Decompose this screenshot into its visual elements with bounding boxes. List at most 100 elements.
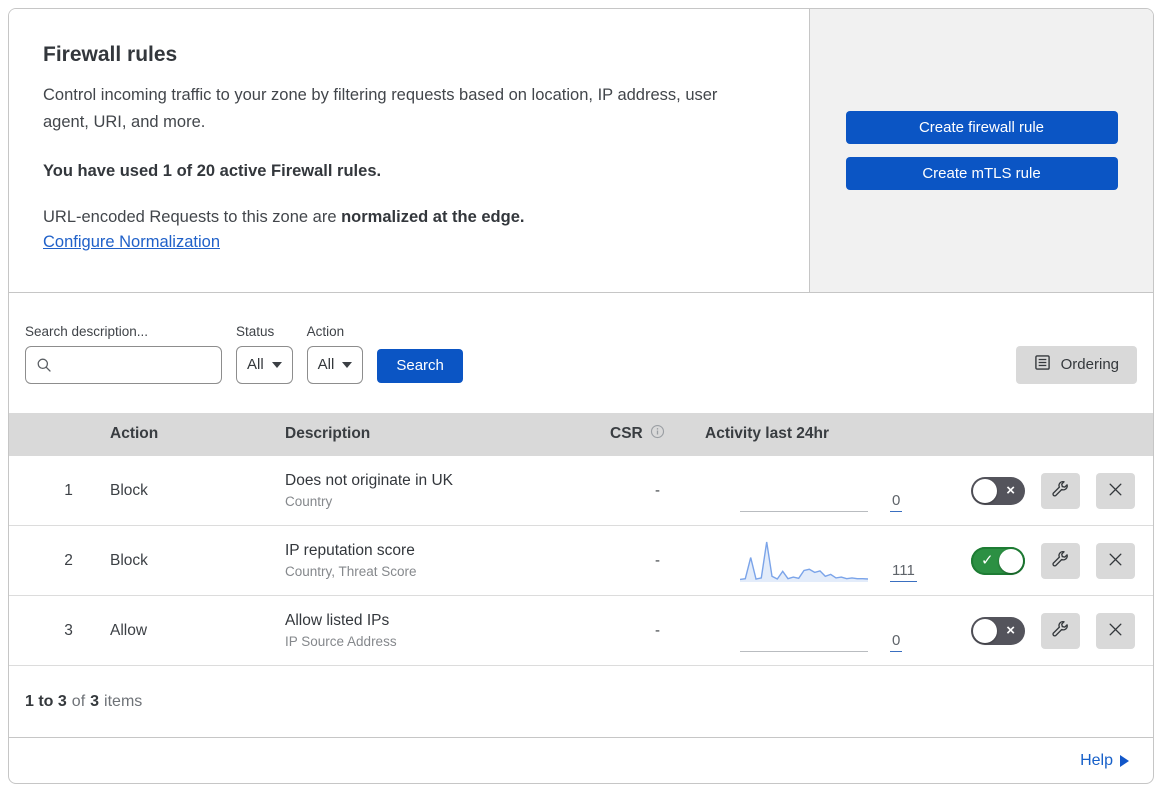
activity-count-link[interactable]: 111: [890, 562, 917, 583]
arrow-right-icon: [1120, 754, 1129, 767]
action-group: Action All: [306, 324, 364, 384]
delete-rule-button[interactable]: [1096, 542, 1135, 579]
close-icon: [1107, 481, 1124, 501]
info-icon[interactable]: [650, 424, 665, 444]
table-row: 1 Block Does not originate in UK Country…: [9, 456, 1153, 527]
search-group: Search description...: [25, 324, 222, 384]
rule-csr-value: -: [655, 552, 660, 570]
status-select[interactable]: All: [236, 345, 293, 384]
delete-rule-button[interactable]: [1096, 612, 1135, 649]
ordering-button[interactable]: Ordering: [1015, 345, 1137, 384]
status-group: Status All: [236, 324, 293, 384]
rule-description: IP reputation score: [285, 542, 415, 560]
activity-sparkline: [740, 540, 868, 583]
rule-description: Does not originate in UK: [285, 472, 454, 490]
pagination-summary: 1 to 3 of 3 items: [9, 666, 1153, 739]
table-row: 2 Block IP reputation score Country, Thr…: [9, 526, 1153, 597]
filter-bar: Search description... Status All Action: [9, 292, 1153, 413]
search-field-wrap: [25, 345, 222, 384]
description-column-header: Description: [285, 425, 371, 443]
edit-rule-button[interactable]: [1041, 542, 1080, 579]
rule-activity-cell: 0: [705, 456, 971, 525]
search-button[interactable]: Search: [377, 348, 463, 383]
table-row: 3 Allow Allow listed IPs IP Source Addre…: [9, 596, 1153, 667]
chevron-down-icon: [342, 361, 353, 368]
table-header: Action Description CSR Activity last 24h…: [9, 412, 1153, 457]
rule-description-cell: Does not originate in UK Country: [285, 472, 610, 509]
search-input[interactable]: [25, 345, 222, 384]
rule-fields: Country, Threat Score: [285, 564, 417, 580]
usage-summary: You have used 1 of 20 active Firewall ru…: [43, 162, 382, 181]
wrench-icon: [1051, 480, 1070, 502]
activity-count-link[interactable]: 0: [890, 632, 903, 653]
help-link[interactable]: Help: [1080, 752, 1113, 770]
toggle-state-icon: ×: [1006, 482, 1015, 500]
activity-sparkline: [740, 511, 868, 513]
status-label: Status: [236, 323, 275, 339]
rule-activity-cell: 111: [705, 526, 971, 595]
activity-sparkline: [740, 651, 868, 653]
wrench-icon: [1051, 550, 1070, 572]
close-icon: [1107, 621, 1124, 641]
rule-priority: 3: [64, 621, 73, 639]
toggle-state-icon: ×: [1006, 621, 1015, 639]
ordering-button-label: Ordering: [1060, 356, 1119, 373]
toggle-state-icon: ✓: [981, 551, 994, 569]
rule-enabled-toggle[interactable]: ×: [971, 616, 1025, 645]
rule-action: Allow: [110, 621, 148, 639]
items-range: 1 to 3: [25, 692, 67, 710]
search-label: Search description...: [25, 323, 149, 339]
firewall-rules-card: Firewall rules Control incoming traffic …: [8, 8, 1154, 784]
rule-action: Block: [110, 551, 148, 569]
top-banner: Firewall rules Control incoming traffic …: [9, 9, 1153, 293]
rule-controls: ✓: [971, 542, 1153, 579]
action-select-value: All: [317, 356, 335, 373]
delete-rule-button[interactable]: [1096, 472, 1135, 509]
toggle-knob: [973, 478, 997, 503]
rule-fields: IP Source Address: [285, 634, 397, 650]
action-column-header: Action: [110, 425, 159, 443]
list-icon: [1034, 354, 1051, 375]
rule-controls: ×: [971, 612, 1153, 649]
normalization-note-bold: normalized at the edge.: [341, 208, 525, 227]
page-title: Firewall rules: [43, 43, 178, 66]
help-row: Help: [9, 738, 1153, 783]
rule-enabled-toggle[interactable]: ×: [971, 476, 1025, 505]
rule-description-cell: IP reputation score Country, Threat Scor…: [285, 542, 610, 579]
edit-rule-button[interactable]: [1041, 612, 1080, 649]
toggle-knob: [999, 548, 1023, 573]
page-description: Control incoming traffic to your zone by…: [43, 86, 718, 131]
of-word: of: [71, 692, 86, 710]
intro-panel: Firewall rules Control incoming traffic …: [9, 9, 810, 292]
rule-csr-value: -: [655, 482, 660, 500]
rule-description: Allow listed IPs: [285, 612, 390, 630]
normalization-note: URL-encoded Requests to this zone are no…: [43, 208, 749, 227]
status-select-value: All: [247, 356, 264, 373]
wrench-icon: [1051, 620, 1070, 642]
rule-enabled-toggle[interactable]: ✓: [971, 546, 1025, 575]
items-word: items: [104, 692, 143, 710]
firewall-rules-page: Firewall rules Control incoming traffic …: [0, 0, 1161, 791]
rule-controls: ×: [971, 472, 1153, 509]
activity-column-header: Activity last 24hr: [705, 425, 830, 443]
rule-priority: 2: [64, 551, 73, 569]
rule-csr-value: -: [655, 622, 660, 640]
activity-count-link[interactable]: 0: [890, 492, 903, 513]
action-select[interactable]: All: [306, 345, 364, 384]
search-icon: [36, 357, 52, 378]
items-total: 3: [90, 692, 100, 710]
chevron-down-icon: [271, 361, 282, 368]
csr-column-header: CSR: [610, 424, 705, 444]
rule-fields: Country: [285, 494, 333, 510]
edit-rule-button[interactable]: [1041, 472, 1080, 509]
create-firewall-rule-button[interactable]: Create firewall rule: [845, 111, 1118, 144]
close-icon: [1107, 551, 1124, 571]
create-mtls-rule-button[interactable]: Create mTLS rule: [845, 157, 1118, 190]
rule-priority: 1: [64, 481, 73, 499]
configure-normalization-link[interactable]: Configure Normalization: [43, 233, 220, 252]
normalization-note-text: URL-encoded Requests to this zone are: [43, 208, 342, 227]
toggle-knob: [973, 618, 997, 643]
csr-column-label: CSR: [610, 425, 643, 443]
rule-activity-cell: 0: [705, 596, 971, 665]
rule-description-cell: Allow listed IPs IP Source Address: [285, 612, 610, 649]
